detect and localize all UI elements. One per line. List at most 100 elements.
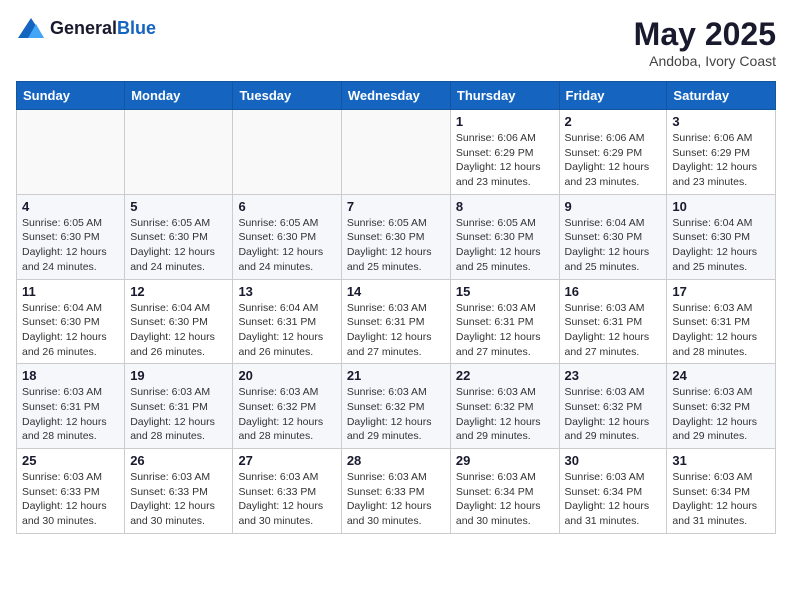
calendar-cell: 9 Sunrise: 6:04 AM Sunset: 6:30 PM Daylig… (559, 194, 667, 279)
day-number: 19 (130, 368, 227, 383)
calendar-cell: 15Sunrise: 6:03 AM Sunset: 6:31 PM Dayli… (450, 279, 559, 364)
location: Andoba, Ivory Coast (634, 53, 776, 69)
calendar-cell: 19 Sunrise: 6:03 AM Sunset: 6:31 PM Dayli… (125, 364, 233, 449)
day-number: 16 (565, 284, 662, 299)
calendar-cell: 24 Sunrise: 6:03 AM Sunset: 6:32 PM Dayli… (667, 364, 776, 449)
weekday-header-tuesday: Tuesday (233, 82, 341, 110)
day-number: 6 (238, 199, 335, 214)
weekday-header-thursday: Thursday (450, 82, 559, 110)
day-number: 27 (238, 453, 335, 468)
day-info: Sunrise: 6:03 AM Sunset: 6:31 PM Dayligh… (456, 301, 554, 360)
day-info: Sunrise: 6:04 AM Sunset: 6:30 PM Dayligh… (565, 216, 662, 275)
day-number: 10 (672, 199, 770, 214)
day-number: 25 (22, 453, 119, 468)
calendar-cell: 7Sunrise: 6:05 AM Sunset: 6:30 PM Daylig… (341, 194, 450, 279)
weekday-header-monday: Monday (125, 82, 233, 110)
day-info: Sunrise: 6:05 AM Sunset: 6:30 PM Dayligh… (456, 216, 554, 275)
calendar-cell: 31Sunrise: 6:03 AM Sunset: 6:34 PM Dayli… (667, 449, 776, 534)
day-number: 11 (22, 284, 119, 299)
calendar-cell: 22Sunrise: 6:03 AM Sunset: 6:32 PM Dayli… (450, 364, 559, 449)
calendar-cell: 18 Sunrise: 6:03 AM Sunset: 6:31 PM Dayli… (17, 364, 125, 449)
day-info: Sunrise: 6:04 AM Sunset: 6:30 PM Dayligh… (130, 301, 227, 360)
day-number: 18 (22, 368, 119, 383)
calendar-week-5: 25 Sunrise: 6:03 AM Sunset: 6:33 PM Dayli… (17, 449, 776, 534)
calendar-cell: 4 Sunrise: 6:05 AM Sunset: 6:30 PM Daylig… (17, 194, 125, 279)
calendar-cell: 27 Sunrise: 6:03 AM Sunset: 6:33 PM Dayli… (233, 449, 341, 534)
day-number: 8 (456, 199, 554, 214)
weekday-header-row: SundayMondayTuesdayWednesdayThursdayFrid… (17, 82, 776, 110)
calendar-cell: 12 Sunrise: 6:04 AM Sunset: 6:30 PM Dayli… (125, 279, 233, 364)
day-number: 14 (347, 284, 445, 299)
weekday-header-friday: Friday (559, 82, 667, 110)
day-number: 9 (565, 199, 662, 214)
calendar-week-1: 1Sunrise: 6:06 AM Sunset: 6:29 PM Daylig… (17, 110, 776, 195)
day-info: Sunrise: 6:06 AM Sunset: 6:29 PM Dayligh… (672, 131, 770, 190)
day-info: Sunrise: 6:03 AM Sunset: 6:34 PM Dayligh… (565, 470, 662, 529)
calendar-cell: 14 Sunrise: 6:03 AM Sunset: 6:31 PM Dayli… (341, 279, 450, 364)
header: GeneralBlue May 2025 Andoba, Ivory Coast (16, 16, 776, 69)
day-number: 23 (565, 368, 662, 383)
day-info: Sunrise: 6:03 AM Sunset: 6:32 PM Dayligh… (456, 385, 554, 444)
day-number: 7 (347, 199, 445, 214)
logo-general: General (50, 18, 117, 38)
day-info: Sunrise: 6:03 AM Sunset: 6:32 PM Dayligh… (238, 385, 335, 444)
calendar-week-3: 11 Sunrise: 6:04 AM Sunset: 6:30 PM Dayli… (17, 279, 776, 364)
day-info: Sunrise: 6:03 AM Sunset: 6:33 PM Dayligh… (238, 470, 335, 529)
day-info: Sunrise: 6:03 AM Sunset: 6:31 PM Dayligh… (347, 301, 445, 360)
day-info: Sunrise: 6:03 AM Sunset: 6:31 PM Dayligh… (22, 385, 119, 444)
calendar-cell: 29Sunrise: 6:03 AM Sunset: 6:34 PM Dayli… (450, 449, 559, 534)
day-info: Sunrise: 6:05 AM Sunset: 6:30 PM Dayligh… (22, 216, 119, 275)
calendar-cell: 25Sunrise: 6:03 AM Sunset: 6:33 PM Dayli… (17, 449, 125, 534)
calendar-cell: 11Sunrise: 6:04 AM Sunset: 6:30 PM Dayli… (17, 279, 125, 364)
day-number: 3 (672, 114, 770, 129)
calendar-cell: 23Sunrise: 6:03 AM Sunset: 6:32 PM Dayli… (559, 364, 667, 449)
day-info: Sunrise: 6:03 AM Sunset: 6:31 PM Dayligh… (565, 301, 662, 360)
calendar-cell: 13Sunrise: 6:04 AM Sunset: 6:31 PM Dayli… (233, 279, 341, 364)
day-info: Sunrise: 6:03 AM Sunset: 6:33 PM Dayligh… (130, 470, 227, 529)
calendar-week-4: 18 Sunrise: 6:03 AM Sunset: 6:31 PM Dayli… (17, 364, 776, 449)
calendar-cell: 2 Sunrise: 6:06 AM Sunset: 6:29 PM Daylig… (559, 110, 667, 195)
calendar-cell: 30 Sunrise: 6:03 AM Sunset: 6:34 PM Dayli… (559, 449, 667, 534)
calendar-cell (125, 110, 233, 195)
day-info: Sunrise: 6:03 AM Sunset: 6:31 PM Dayligh… (130, 385, 227, 444)
day-number: 31 (672, 453, 770, 468)
day-info: Sunrise: 6:04 AM Sunset: 6:30 PM Dayligh… (672, 216, 770, 275)
day-number: 30 (565, 453, 662, 468)
day-info: Sunrise: 6:03 AM Sunset: 6:32 PM Dayligh… (672, 385, 770, 444)
calendar-cell: 1Sunrise: 6:06 AM Sunset: 6:29 PM Daylig… (450, 110, 559, 195)
calendar-cell: 8 Sunrise: 6:05 AM Sunset: 6:30 PM Daylig… (450, 194, 559, 279)
day-number: 17 (672, 284, 770, 299)
calendar-cell (17, 110, 125, 195)
logo-icon (16, 16, 46, 40)
calendar-cell: 21Sunrise: 6:03 AM Sunset: 6:32 PM Dayli… (341, 364, 450, 449)
title-area: May 2025 Andoba, Ivory Coast (634, 16, 776, 69)
calendar-cell: 16 Sunrise: 6:03 AM Sunset: 6:31 PM Dayli… (559, 279, 667, 364)
calendar-cell: 26Sunrise: 6:03 AM Sunset: 6:33 PM Dayli… (125, 449, 233, 534)
day-number: 29 (456, 453, 554, 468)
day-info: Sunrise: 6:04 AM Sunset: 6:31 PM Dayligh… (238, 301, 335, 360)
day-number: 5 (130, 199, 227, 214)
day-number: 2 (565, 114, 662, 129)
day-info: Sunrise: 6:06 AM Sunset: 6:29 PM Dayligh… (456, 131, 554, 190)
day-info: Sunrise: 6:05 AM Sunset: 6:30 PM Dayligh… (130, 216, 227, 275)
calendar-week-2: 4 Sunrise: 6:05 AM Sunset: 6:30 PM Daylig… (17, 194, 776, 279)
logo: GeneralBlue (16, 16, 156, 40)
logo-blue: Blue (117, 18, 156, 38)
calendar-cell: 10 Sunrise: 6:04 AM Sunset: 6:30 PM Dayli… (667, 194, 776, 279)
day-info: Sunrise: 6:05 AM Sunset: 6:30 PM Dayligh… (238, 216, 335, 275)
day-number: 28 (347, 453, 445, 468)
day-number: 12 (130, 284, 227, 299)
calendar-cell: 5 Sunrise: 6:05 AM Sunset: 6:30 PM Daylig… (125, 194, 233, 279)
day-info: Sunrise: 6:06 AM Sunset: 6:29 PM Dayligh… (565, 131, 662, 190)
calendar-cell: 6 Sunrise: 6:05 AM Sunset: 6:30 PM Daylig… (233, 194, 341, 279)
day-number: 4 (22, 199, 119, 214)
weekday-header-sunday: Sunday (17, 82, 125, 110)
day-number: 20 (238, 368, 335, 383)
day-info: Sunrise: 6:03 AM Sunset: 6:32 PM Dayligh… (347, 385, 445, 444)
calendar-cell (233, 110, 341, 195)
calendar: SundayMondayTuesdayWednesdayThursdayFrid… (16, 81, 776, 534)
day-number: 24 (672, 368, 770, 383)
day-info: Sunrise: 6:03 AM Sunset: 6:31 PM Dayligh… (672, 301, 770, 360)
calendar-cell: 28Sunrise: 6:03 AM Sunset: 6:33 PM Dayli… (341, 449, 450, 534)
calendar-cell: 17 Sunrise: 6:03 AM Sunset: 6:31 PM Dayli… (667, 279, 776, 364)
